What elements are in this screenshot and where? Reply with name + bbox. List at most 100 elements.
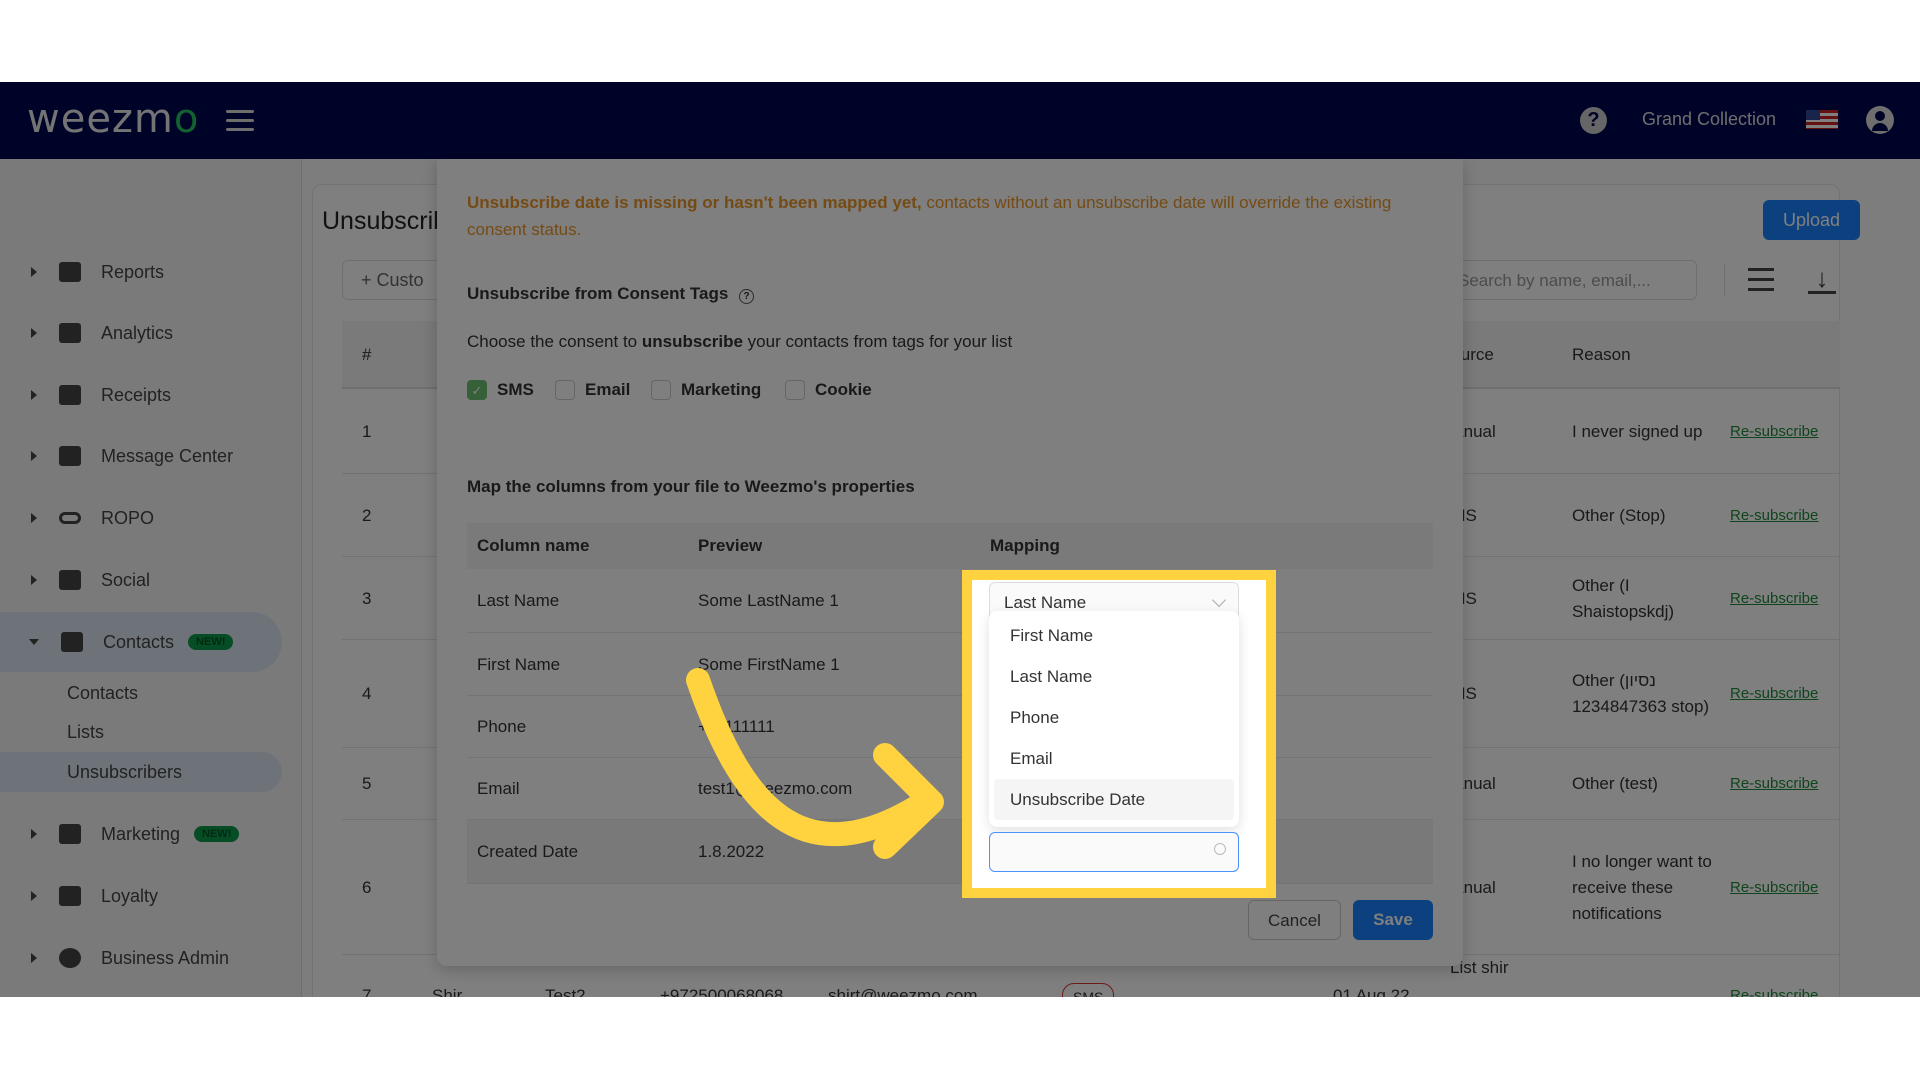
mapping-preview: Some FirstName 1 (698, 654, 840, 674)
sidebar-item-ropo[interactable]: ROPO (0, 488, 282, 548)
option-email[interactable]: Email (994, 738, 1234, 779)
desc-b: unsubscribe (641, 332, 743, 351)
sidebar-subitem-unsubscribers[interactable]: Unsubscribers (0, 752, 282, 792)
sidebar-item-business-admin[interactable]: Business Admin (0, 928, 282, 988)
consent-description: Choose the consent to unsubscribe your c… (467, 332, 1012, 352)
cell-reason: I never signed up (1572, 421, 1703, 441)
caret-right-icon (31, 390, 37, 400)
sidebar-subitem-contacts[interactable]: Contacts (0, 673, 282, 713)
cell-action[interactable]: Re-subscribe (1730, 586, 1818, 612)
cancel-button[interactable]: Cancel (1248, 900, 1341, 940)
cell-date: 01 Aug 22 (1333, 986, 1410, 997)
option-last-name[interactable]: Last Name (994, 656, 1234, 697)
sms-checkbox[interactable]: ✓ (467, 380, 487, 400)
tag-heart-icon (59, 886, 81, 906)
mapping-column: Last Name (477, 591, 560, 610)
caret-right-icon (31, 328, 37, 338)
weezmo-logo[interactable]: weezmo (27, 96, 199, 142)
custom-button-label: Custo (376, 270, 424, 290)
mapping-column: Created Date (477, 842, 579, 861)
mapping-row: Last Name Some LastName 1 (467, 569, 1433, 633)
sidebar-item-message-center[interactable]: Message Center (0, 426, 282, 486)
mapping-column: Email (477, 779, 520, 798)
question-circle-icon[interactable]: ? (1580, 107, 1607, 134)
sidebar-item-label: Contacts (103, 631, 175, 652)
selected-value: Last Name (1004, 593, 1087, 612)
cell-action[interactable]: Re-subscribe (1730, 419, 1818, 445)
sidebar: Reports Analytics Receipts Message Cente… (0, 159, 302, 997)
caret-right-icon (31, 891, 37, 901)
caret-right-icon (31, 575, 37, 585)
header-num: # (362, 345, 372, 364)
option-unsubscribe-date[interactable]: Unsubscribe Date (994, 779, 1234, 820)
user-circle-icon[interactable] (1866, 106, 1894, 134)
marketing-checkbox[interactable] (651, 380, 671, 400)
contact-book-icon (61, 632, 83, 652)
import-mapping-modal: Unsubscribe date is missing or hasn't be… (437, 159, 1463, 966)
sidebar-item-loyalty[interactable]: Loyalty (0, 866, 282, 926)
sidebar-item-analytics[interactable]: Analytics (0, 303, 282, 363)
infinity-icon (59, 512, 81, 524)
desc-c: your contacts from tags for your list (742, 332, 1013, 351)
sidebar-item-marketing[interactable]: Marketing NEW! (0, 804, 282, 864)
cell-num: 1 (362, 421, 372, 441)
mapping-row: Email test1@weezmo.com (467, 758, 1433, 820)
dropdown-search-input[interactable] (989, 832, 1239, 872)
bar-chart-icon (59, 323, 81, 343)
option-first-name[interactable]: First Name (994, 615, 1234, 656)
search-input[interactable]: Search by name, email,... (1445, 260, 1697, 300)
cell-reason: Other (test) (1572, 774, 1658, 793)
sidebar-item-receipts[interactable]: Receipts (0, 365, 282, 425)
cell-action[interactable]: Re-subscribe (1730, 875, 1818, 901)
email-checkbox[interactable] (555, 380, 575, 400)
new-badge: NEW! (194, 826, 240, 842)
upload-button[interactable]: Upload (1763, 200, 1860, 240)
mapping-column: Phone (477, 717, 527, 736)
cell-reason: Other (נסיון 1234847363 stop) (1572, 671, 1710, 716)
download-icon[interactable]: ↓ (1808, 265, 1836, 294)
cell-action[interactable]: Re-subscribe (1730, 503, 1818, 529)
sidebar-item-contacts[interactable]: Contacts NEW! (0, 612, 282, 672)
cell-action[interactable]: Re-subscribe (1730, 771, 1818, 797)
us-flag-icon[interactable] (1806, 110, 1838, 129)
help-icon[interactable]: ? (739, 289, 755, 304)
sidebar-item-reports[interactable]: Reports (0, 242, 282, 302)
header-reason[interactable]: Reason (1572, 345, 1631, 365)
caret-right-icon (31, 267, 37, 277)
caret-right-icon (31, 451, 37, 461)
sidebar-item-social[interactable]: Social (0, 550, 282, 610)
gear-icon (59, 948, 81, 968)
save-button[interactable]: Save (1353, 900, 1433, 940)
header-mapping: Mapping (990, 536, 1060, 555)
hamburger-menu-icon[interactable] (226, 110, 254, 132)
consent-title-text: Unsubscribe from Consent Tags (467, 284, 729, 303)
cell-action[interactable]: Re-subscribe (1730, 983, 1818, 997)
cookie-checkbox[interactable] (785, 380, 805, 400)
cell-action[interactable]: Re-subscribe (1730, 681, 1818, 707)
mapping-preview: 1.8.2022 (698, 842, 765, 861)
search-icon (1214, 843, 1226, 855)
dropdown-search-field[interactable] (990, 833, 1190, 869)
cell-tag: SMS (1062, 983, 1115, 997)
option-phone[interactable]: Phone (994, 697, 1234, 738)
email-label: Email (585, 380, 631, 399)
caret-down-icon (29, 639, 39, 645)
receipt-icon (59, 385, 81, 405)
dashboard-icon (59, 262, 81, 282)
sidebar-item-label: Reports (101, 261, 165, 282)
caret-right-icon (31, 953, 37, 963)
sidebar-item-label: Marketing (101, 823, 181, 844)
header-column-name: Column name (477, 536, 590, 555)
cell-reason: Other (I Shaistopskdj) (1572, 575, 1675, 621)
cell-reason: I no longer want to receive these notifi… (1572, 851, 1712, 923)
store-name[interactable]: Grand Collection (1642, 109, 1776, 130)
sidebar-item-label: Loyalty (101, 885, 159, 906)
cell-num: 4 (362, 684, 372, 703)
top-navbar: weezmo ? Grand Collection (0, 82, 1920, 159)
sidebar-item-label: ROPO (101, 507, 155, 528)
filter-sliders-icon[interactable] (1748, 268, 1774, 292)
mapping-dropdown-menu: First Name Last Name Phone Email Unsubsc… (989, 611, 1239, 827)
mapping-preview: Some LastName 1 (698, 591, 839, 610)
sidebar-subitem-lists[interactable]: Lists (0, 712, 282, 752)
cell-last: Test2 (545, 986, 586, 997)
